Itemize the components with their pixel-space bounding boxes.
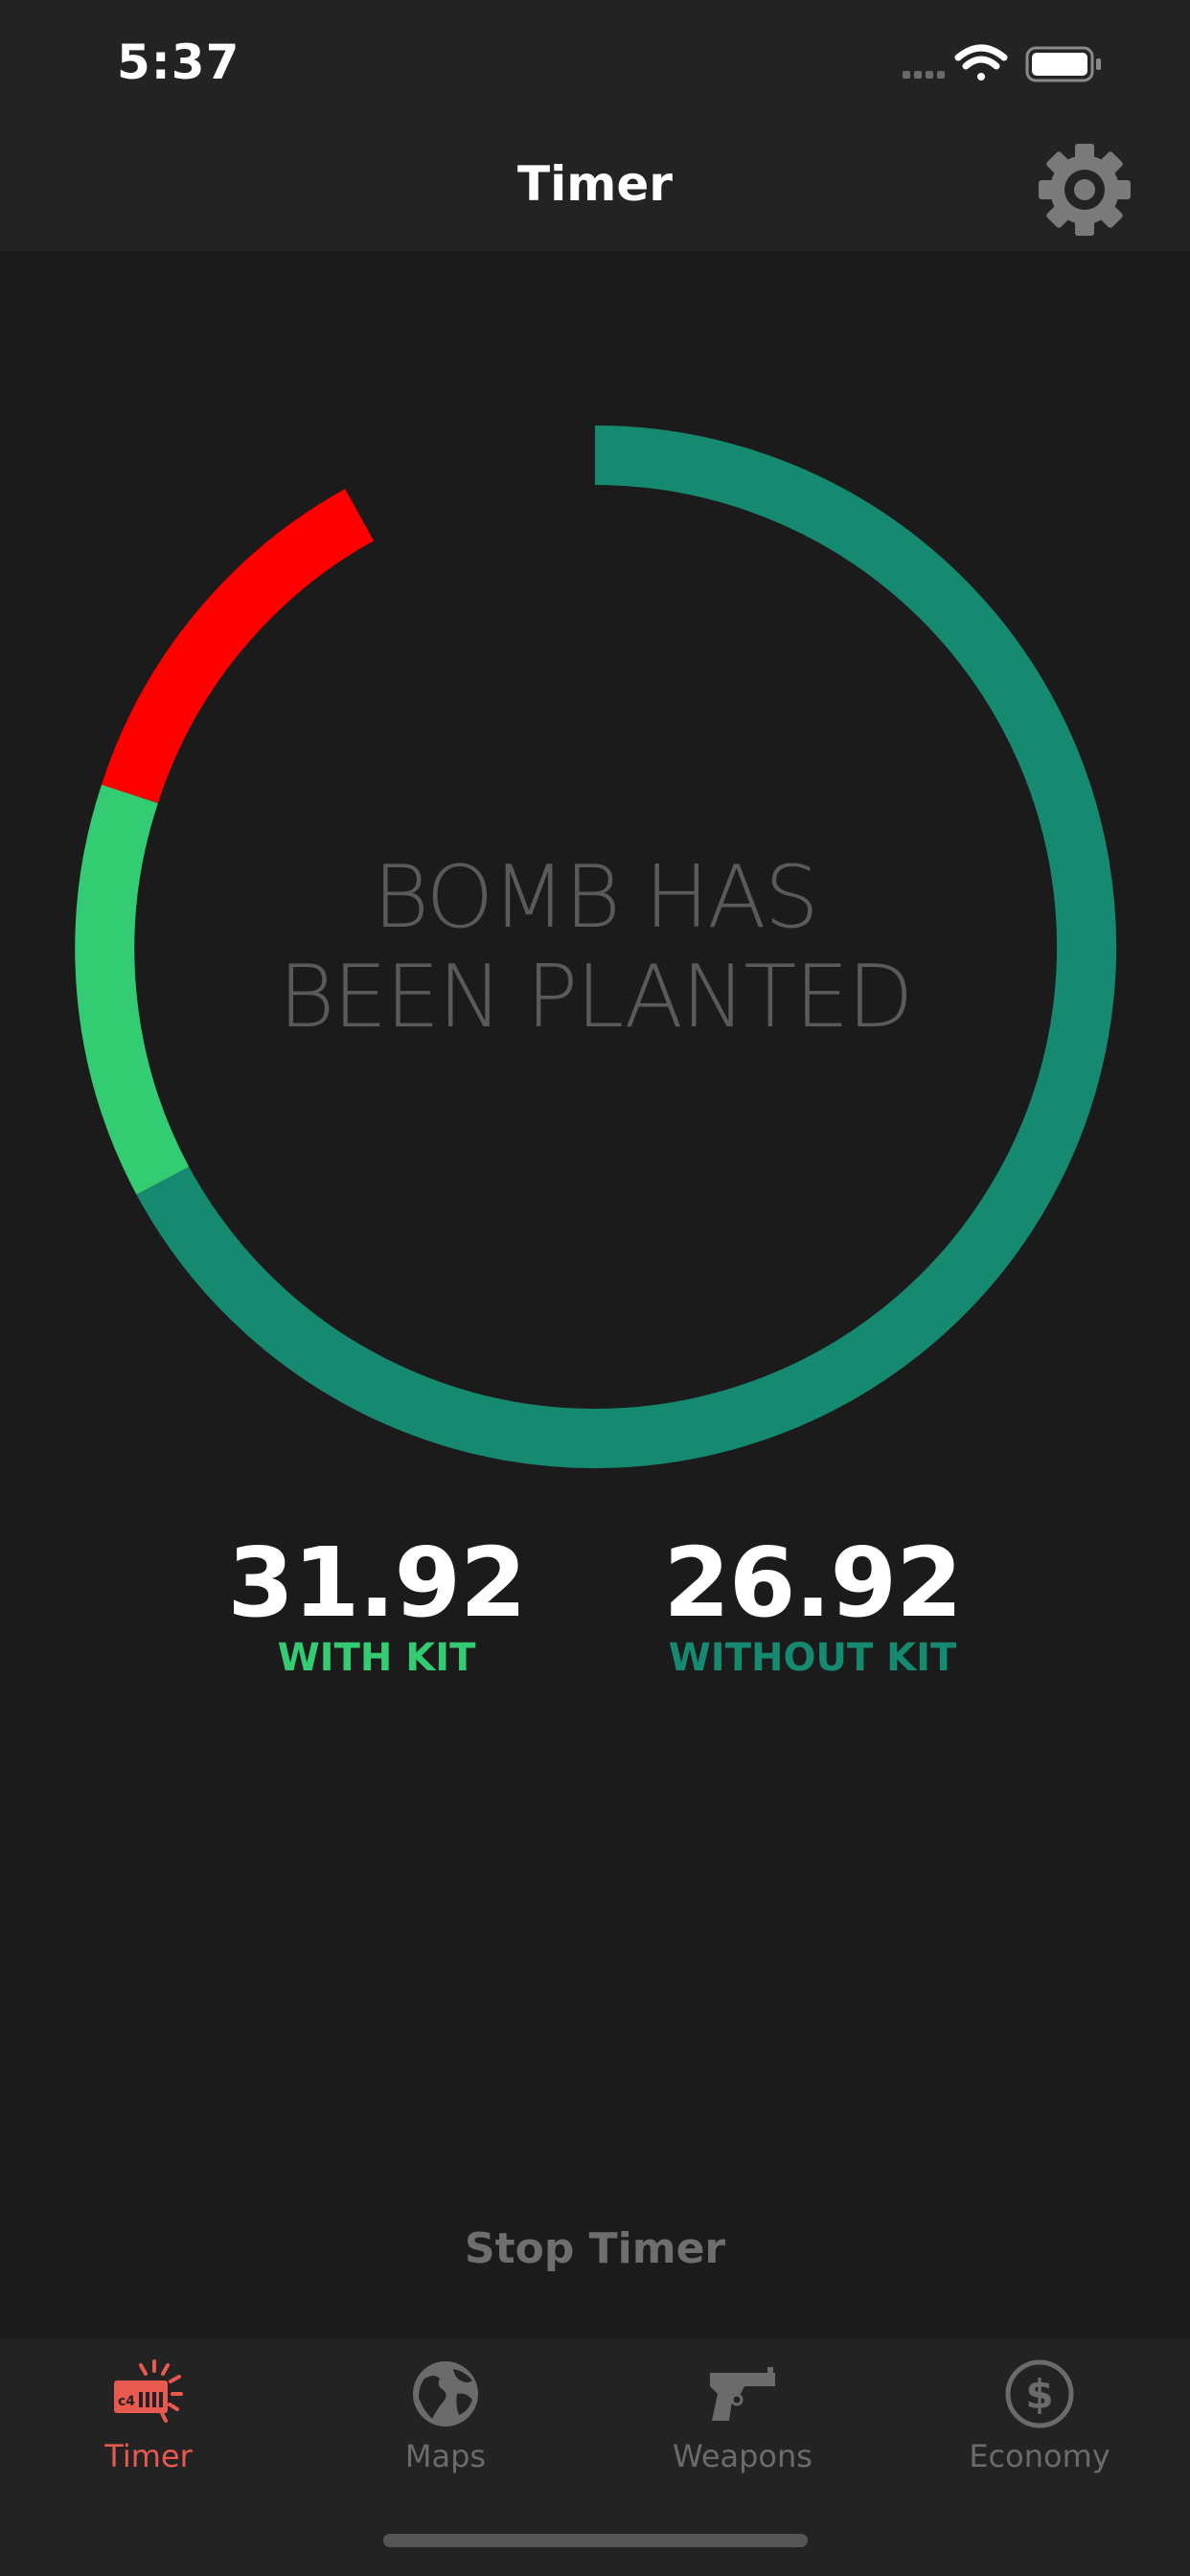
tab-timer[interactable]: c4 Timer xyxy=(0,2356,297,2499)
countdown-ring xyxy=(75,426,1117,1468)
tab-weapons[interactable]: Weapons xyxy=(594,2356,891,2499)
ring-critical-arc xyxy=(102,489,375,804)
bomb-status-line2: BEEN PLANTED xyxy=(278,947,913,1047)
dollar-icon: $ xyxy=(1005,2359,1074,2428)
tab-maps[interactable]: Maps xyxy=(297,2356,594,2499)
without-kit-stat: 26.92 WITHOUT KIT xyxy=(630,1527,995,1681)
stop-timer-button[interactable]: Stop Timer xyxy=(355,2218,835,2281)
battery-icon xyxy=(1025,46,1101,82)
without-kit-value: 26.92 xyxy=(663,1527,962,1639)
tab-economy[interactable]: $ Economy xyxy=(891,2356,1188,2499)
bomb-status-line1: BOMB HAS xyxy=(373,847,819,948)
tab-maps-label: Maps xyxy=(404,2438,487,2474)
svg-text:c4: c4 xyxy=(118,2394,135,2409)
top-bar: 5:37 Timer xyxy=(0,0,1190,251)
svg-text:$: $ xyxy=(1025,2371,1053,2418)
status-icons xyxy=(903,44,1101,82)
tab-timer-label: Timer xyxy=(104,2438,193,2474)
with-kit-stat: 31.92 WITH KIT xyxy=(195,1527,559,1681)
home-indicator xyxy=(383,2534,808,2547)
timer-screen: 5:37 Timer BOMB HAS BEEN PLANTED 31.92 W… xyxy=(0,0,1190,2576)
gear-icon[interactable] xyxy=(1037,142,1133,238)
ring-with-kit-arc xyxy=(75,784,190,1195)
page-title: Timer xyxy=(517,156,673,212)
with-kit-value: 31.92 xyxy=(227,1527,526,1639)
signal-icon xyxy=(903,71,945,79)
c4-bomb-icon: c4 xyxy=(114,2359,183,2423)
without-kit-label: WITHOUT KIT xyxy=(668,1636,957,1680)
tab-economy-label: Economy xyxy=(969,2438,1110,2474)
status-time: 5:37 xyxy=(117,34,240,90)
pistol-icon xyxy=(710,2367,775,2421)
globe-icon xyxy=(413,2361,478,2426)
wifi-icon xyxy=(954,44,1008,80)
tab-weapons-label: Weapons xyxy=(673,2438,812,2474)
with-kit-label: WITH KIT xyxy=(277,1636,476,1680)
